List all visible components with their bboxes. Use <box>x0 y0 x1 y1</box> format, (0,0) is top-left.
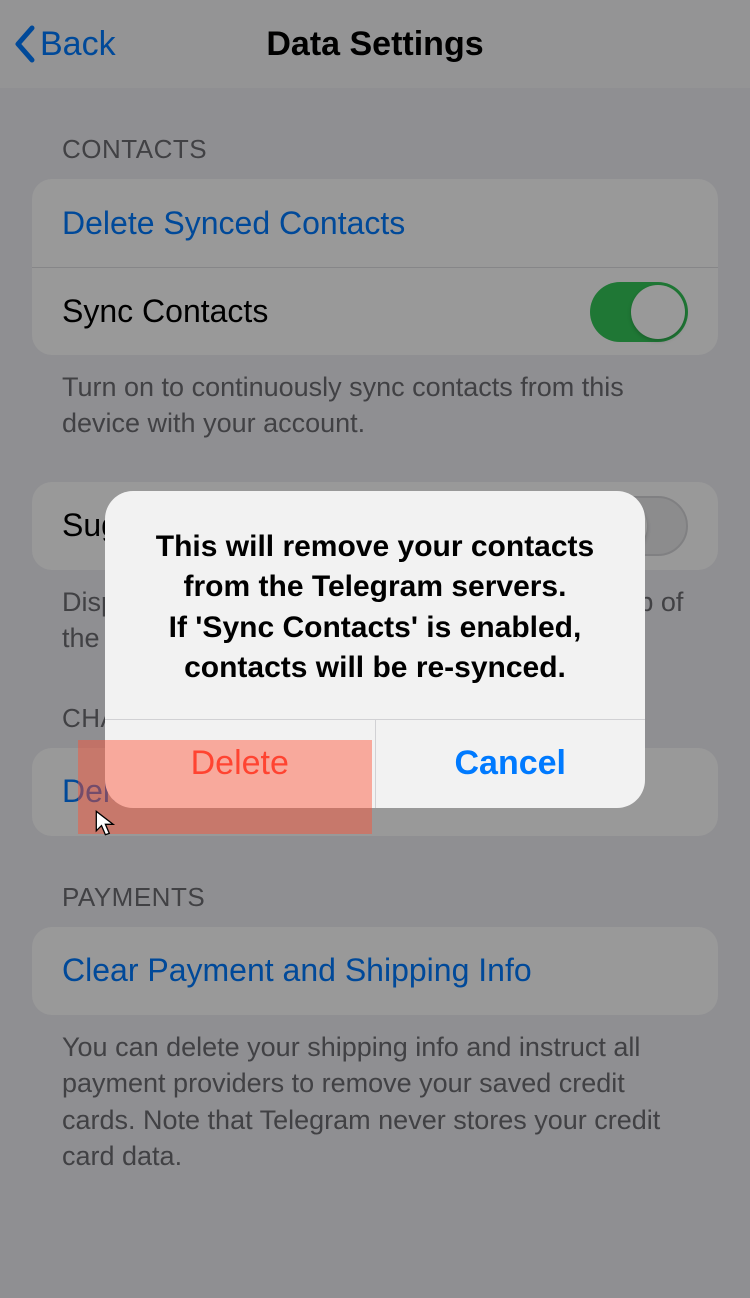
alert-cancel-button[interactable]: Cancel <box>375 720 646 808</box>
alert-delete-button[interactable]: Delete <box>105 720 375 808</box>
alert-message-2: If 'Sync Contacts' is enabled, contacts … <box>135 608 615 689</box>
alert-delete-label: Delete <box>191 744 289 783</box>
alert-body: This will remove your contacts from the … <box>105 491 645 719</box>
confirm-alert: This will remove your contacts from the … <box>105 491 645 808</box>
modal-overlay: This will remove your contacts from the … <box>0 0 750 1298</box>
alert-cancel-label: Cancel <box>455 744 567 783</box>
alert-message-1: This will remove your contacts from the … <box>135 527 615 608</box>
